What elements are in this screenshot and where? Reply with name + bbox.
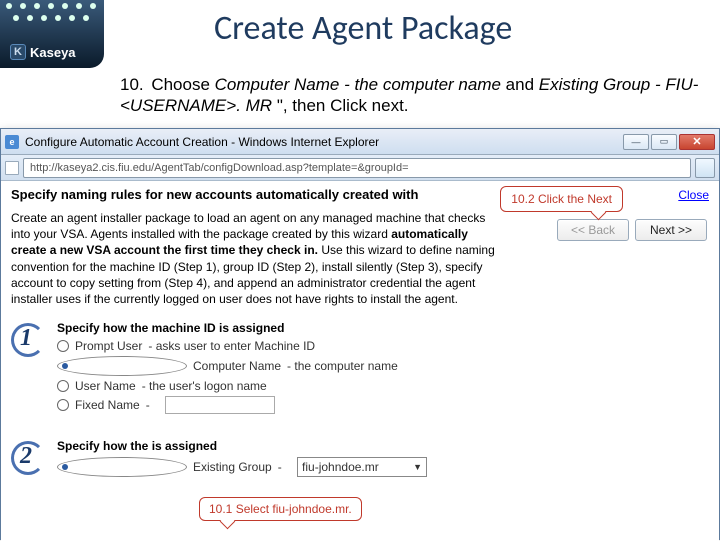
slide-title: Create Agent Package xyxy=(214,8,512,49)
close-link[interactable]: Close xyxy=(678,188,709,202)
brand-logo: K Kaseya xyxy=(0,0,104,68)
radio-computer-name[interactable] xyxy=(57,356,187,376)
intro-paragraph: Create an agent installer package to loa… xyxy=(11,210,501,307)
window-title: Configure Automatic Account Creation - W… xyxy=(25,135,623,149)
refresh-button[interactable] xyxy=(695,158,715,178)
fixed-name-input[interactable] xyxy=(165,396,275,414)
window-close-button[interactable]: ✕ xyxy=(679,134,715,150)
instruction-step: 10. Choose Computer Name - the computer … xyxy=(120,74,700,117)
step-number-2-icon: 2 xyxy=(11,439,47,481)
radio-user-name[interactable] xyxy=(57,380,69,392)
next-button[interactable]: Next >> xyxy=(635,219,707,241)
logo-k-icon: K xyxy=(10,44,26,60)
ie-icon: e xyxy=(5,135,19,149)
radio-fixed-name[interactable] xyxy=(57,399,69,411)
chevron-down-icon: ▼ xyxy=(413,462,422,472)
browser-titlebar[interactable]: e Configure Automatic Account Creation -… xyxy=(1,129,719,155)
callout-select-group: 10.1 Select fiu-johndoe.mr. xyxy=(199,497,362,521)
radio-existing-group[interactable] xyxy=(57,457,187,477)
browser-window: e Configure Automatic Account Creation -… xyxy=(0,128,720,540)
address-bar-row: http://kaseya2.cis.fiu.edu/AgentTab/conf… xyxy=(1,155,719,181)
page-icon xyxy=(5,161,19,175)
back-button[interactable]: << Back xyxy=(557,219,629,241)
callout-next: 10.2 Click the Next xyxy=(500,186,623,212)
brand-name: Kaseya xyxy=(30,45,76,60)
minimize-button[interactable]: — xyxy=(623,134,649,150)
maximize-button[interactable]: ▭ xyxy=(651,134,677,150)
address-bar[interactable]: http://kaseya2.cis.fiu.edu/AgentTab/conf… xyxy=(23,158,691,178)
step-number-1-icon: 1 xyxy=(11,321,47,363)
radio-prompt-user[interactable] xyxy=(57,340,69,352)
section1-title: Specify how the machine ID is assigned xyxy=(57,321,709,335)
group-select[interactable]: fiu-johndoe.mr▼ xyxy=(297,457,427,477)
section2-title: Specify how the is assigned xyxy=(57,439,709,453)
